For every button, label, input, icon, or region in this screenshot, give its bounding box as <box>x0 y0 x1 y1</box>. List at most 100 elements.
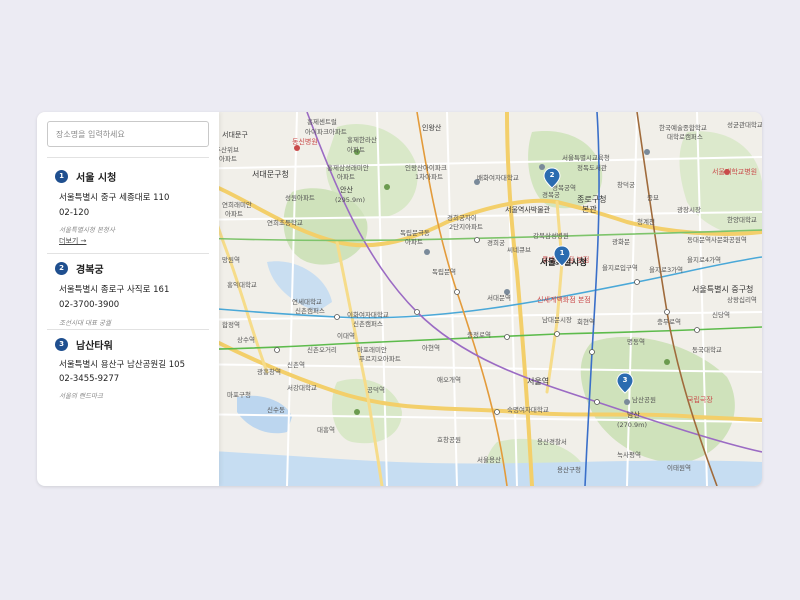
map-label: 동대문역사문화공원역 <box>687 235 747 244</box>
map-label: 인왕산아이파크 <box>405 163 447 172</box>
map-label: 홍제한라산 <box>347 135 377 144</box>
place-item-namsan-tower[interactable]: 3 남산타워 서울특별시 용산구 남산공원길 105 02-3455-9277 … <box>37 337 219 407</box>
map-label: 공덕역 <box>367 385 385 394</box>
map-label: 서대문구청 <box>252 170 289 179</box>
map-label: 성원아파트 <box>285 193 315 202</box>
map-label: 서울역사박물관 <box>505 205 551 214</box>
map-label: 정독도서관 <box>577 163 607 172</box>
map-label: 동신병원 <box>292 137 318 146</box>
map-label: 신촌오거리 <box>307 345 337 354</box>
divider <box>47 253 209 254</box>
map-label: 아파트 <box>405 237 423 246</box>
map-label: 아현역 <box>422 343 440 352</box>
marker-label-gyeongbokgung: 경복궁 <box>542 190 560 199</box>
divider <box>47 329 209 330</box>
map-label: 종묘 <box>647 194 659 202</box>
marker-number: 1 <box>560 249 565 257</box>
place-phone: 02-120 <box>59 208 90 218</box>
place-description: 조선시대 대표 궁궐 <box>59 319 111 327</box>
place-address: 서울특별시 중구 세종대로 110 <box>59 193 170 203</box>
map-label: 효창공원 <box>437 435 461 444</box>
place-description: 서울의 랜드마크 <box>59 392 103 400</box>
search-input[interactable] <box>47 121 209 147</box>
map-label: 홍익대학교 <box>227 280 257 289</box>
map-label: 남대문시장 <box>542 315 572 324</box>
map-label: 서울특별시교육청 <box>562 153 610 162</box>
map-label: 상왕십리역 <box>727 295 757 304</box>
map-label: 신촌캠퍼스 <box>295 306 325 315</box>
map-label: 경희궁 <box>487 238 505 247</box>
map-label: 서울용산 <box>477 455 501 464</box>
place-item-cityhall[interactable]: 1 서울 시청 서울특별시 중구 세종대로 110 02-120 서울특별시청 … <box>37 169 219 249</box>
map-label: 경희궁자이 <box>447 213 477 222</box>
map-label: 이화여자대학교 <box>347 310 389 319</box>
place-description: 서울특별시청 본청사 <box>59 226 115 234</box>
map-label: 독립문역 <box>432 267 456 276</box>
map-label: 성균관대학교 <box>727 120 762 129</box>
map-label: 푸르지오아파트 <box>359 354 401 363</box>
map-label: (295.9m) <box>335 196 365 204</box>
divider <box>47 157 209 158</box>
place-header: 2 경복궁 <box>55 261 104 276</box>
map-label: 아파트 <box>225 209 243 218</box>
map-label: 신세계백화점 본점 <box>537 295 591 304</box>
map-label: 연세대학교 <box>292 297 322 306</box>
map-label: 서대문역 <box>487 293 511 302</box>
map-label: 광장시장 <box>677 205 701 214</box>
map-label: 녹사평역 <box>617 450 641 459</box>
map-label: 상수역 <box>237 335 255 344</box>
map-label: 용산경찰서 <box>537 437 567 446</box>
map-label: 신촌역 <box>287 360 305 369</box>
place-number-badge: 1 <box>55 169 68 183</box>
place-number-badge: 2 <box>55 261 68 275</box>
map-label: 아파트 <box>337 172 355 181</box>
place-item-gyeongbokgung[interactable]: 2 경복궁 서울특별시 종로구 사직로 161 02-3700-3900 조선시… <box>37 261 219 331</box>
map-label: 강북삼성병원 <box>533 231 569 240</box>
map-label: 서울대학교병원 <box>712 167 757 176</box>
map-label: (270.9m) <box>617 421 647 429</box>
map-label: 마포래미안 <box>357 345 387 354</box>
map-label: 망원역 <box>222 255 240 264</box>
map-label: 서울역 <box>527 376 549 386</box>
map-label: 안산 <box>340 185 353 194</box>
map-label: 용산구청 <box>557 465 581 474</box>
map-label: 신촌캠퍼스 <box>353 319 383 328</box>
marker-number: 2 <box>550 171 555 179</box>
map-label: 한국예술종합학교 <box>659 123 707 132</box>
map-label: 을지로입구역 <box>602 263 638 272</box>
marker-label-namsan: 남산공원 <box>632 395 656 404</box>
map-label: 서강대학교 <box>287 383 317 392</box>
map-label: 씨네큐브 <box>507 245 531 254</box>
map-label: 동국대학교 <box>692 345 722 354</box>
place-name: 남산타워 <box>76 340 113 352</box>
map-label: 남산 <box>627 410 640 419</box>
map-label: 홍제센트럴 <box>307 117 337 126</box>
place-header: 3 남산타워 <box>55 337 113 352</box>
map-label: 이태원역 <box>667 463 691 472</box>
map-label: 배화여자대학교 <box>477 173 519 182</box>
more-link[interactable]: 더보기 → <box>59 236 86 246</box>
map-label: 2단지아파트 <box>449 222 483 231</box>
map-label: 대학로캠퍼스 <box>667 132 703 141</box>
map-label: 아파트 <box>347 145 365 154</box>
map-label: 독립문극동 <box>400 229 430 237</box>
places-panel: 1 서울 시청 서울특별시 중구 세종대로 110 02-120 서울특별시청 … <box>37 112 219 486</box>
place-number-badge: 3 <box>55 337 68 351</box>
place-address: 서울특별시 종로구 사직로 161 <box>59 285 170 295</box>
map-label: 본관 <box>582 204 597 214</box>
map-label: 신당역 <box>712 310 730 319</box>
map-label: 회현역 <box>577 317 595 326</box>
map-label: 연희초등학교 <box>267 218 303 227</box>
marker-number: 3 <box>623 376 628 384</box>
map-label: 이대역 <box>337 331 355 340</box>
map-label: 을지로4가역 <box>687 255 721 264</box>
map-label: 창덕궁 <box>617 180 635 189</box>
map-label: 애오개역 <box>437 375 461 384</box>
place-name: 경복궁 <box>76 264 104 276</box>
map-label: 서대문구 <box>222 130 248 139</box>
map-label: 합정역 <box>222 320 240 329</box>
map-label: 아이파크아파트 <box>305 127 347 136</box>
map-label: 광화문 <box>612 238 630 246</box>
map-label: 홍제삼성래미안 <box>327 163 369 172</box>
map-label: 숙명여자대학교 <box>507 405 549 414</box>
